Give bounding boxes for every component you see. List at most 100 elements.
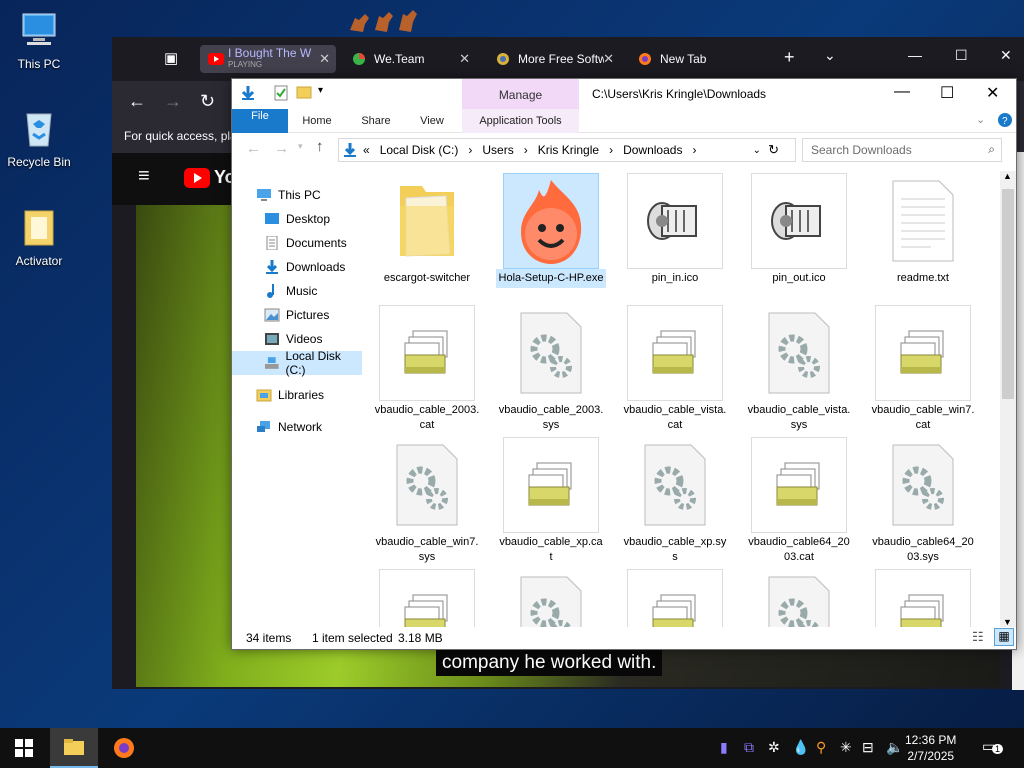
file-item[interactable]: pin_out.ico — [744, 173, 854, 288]
tab-weteam[interactable]: We.Team ✕ — [344, 45, 476, 73]
manage-context-header[interactable]: Manage — [462, 79, 579, 109]
nav-pictures[interactable]: Pictures — [232, 303, 362, 327]
details-view-icon[interactable]: ☷ — [972, 629, 984, 645]
colorful-app-icon[interactable]: ✲ — [768, 739, 780, 756]
asterisk-icon[interactable]: ✳ — [840, 739, 852, 756]
file-item[interactable]: vbaudio_cable_2003.sys — [496, 305, 606, 435]
file-explorer-taskbar-button[interactable] — [50, 728, 98, 768]
water-drop-icon[interactable]: 💧 — [792, 739, 809, 756]
address-bar[interactable]: « Local Disk (C:) › Users › Kris Kringle… — [338, 138, 796, 162]
new-tab-plus-icon[interactable]: + — [784, 47, 795, 68]
maximize-icon[interactable]: ☐ — [940, 83, 954, 103]
file-item[interactable] — [496, 569, 606, 627]
file-item[interactable]: vbaudio_cable_vista.cat — [620, 305, 730, 435]
tab-youtube[interactable]: I Bought The W PLAYING ✕ — [200, 45, 336, 73]
nav-network[interactable]: Network — [232, 415, 362, 439]
file-item[interactable]: vbaudio_cable_win7.sys — [372, 437, 482, 567]
close-window-icon[interactable]: ✕ — [1000, 47, 1012, 64]
tab-share[interactable]: Share — [354, 109, 398, 133]
file-item[interactable]: readme.txt — [868, 173, 978, 288]
maximize-icon[interactable]: ☐ — [955, 47, 968, 64]
youtube-logo-icon[interactable] — [184, 168, 210, 188]
breadcrumb-downloads[interactable]: Downloads — [623, 143, 682, 157]
breadcrumb-local-disk[interactable]: Local Disk (C:) — [380, 143, 459, 157]
breadcrumb-separator[interactable]: › — [524, 143, 528, 157]
back-arrow-icon[interactable]: ← — [246, 140, 261, 157]
search-magnifier-icon[interactable]: ⚲ — [816, 739, 826, 756]
file-item[interactable]: vbaudio_cable_xp.cat — [496, 437, 606, 567]
microphone-icon[interactable]: ▮ — [720, 739, 728, 756]
file-item[interactable]: escargot-switcher — [372, 173, 482, 288]
properties-icon[interactable] — [274, 85, 288, 101]
nav-desktop[interactable]: Desktop — [232, 207, 362, 231]
close-icon[interactable]: ✕ — [986, 83, 999, 103]
scroll-up-icon[interactable]: ▲ — [1003, 171, 1012, 181]
tab-application-tools[interactable]: Application Tools — [462, 109, 579, 133]
recent-locations-chevron-icon[interactable]: ▾ — [298, 141, 303, 152]
close-icon[interactable]: ✕ — [459, 51, 470, 67]
start-button[interactable] — [0, 728, 48, 768]
breadcrumb-kris-kringle[interactable]: Kris Kringle — [538, 143, 599, 157]
breadcrumb-separator[interactable]: › — [692, 143, 696, 157]
volume-icon[interactable]: 🔈 — [886, 739, 903, 756]
search-box[interactable]: Search Downloads ⌕ — [802, 138, 1002, 162]
tab-new-tab[interactable]: New Tab — [630, 45, 762, 73]
breadcrumb-users[interactable]: Users — [482, 143, 513, 157]
large-icons-view-icon[interactable]: ▦ — [994, 628, 1014, 646]
minimize-icon[interactable]: — — [908, 47, 922, 63]
chevron-down-icon[interactable]: ⌄ — [824, 47, 836, 64]
file-item[interactable]: vbaudio_cable64_2003.sys — [868, 437, 978, 567]
file-item[interactable] — [620, 569, 730, 627]
nav-local-disk[interactable]: Local Disk (C:) — [232, 349, 362, 377]
file-item[interactable] — [372, 569, 482, 627]
tab-more-free-software[interactable]: More Free Softw ✕ — [488, 45, 620, 73]
nav-documents[interactable]: Documents — [232, 231, 362, 255]
refresh-icon[interactable]: ↻ — [768, 142, 779, 158]
down-arrow-icon[interactable] — [240, 85, 256, 101]
desktop-icon-this-pc[interactable]: This PC — [1, 10, 77, 71]
help-icon[interactable]: ? — [998, 113, 1012, 127]
new-folder-icon[interactable] — [296, 85, 312, 99]
forward-arrow-icon[interactable]: → — [164, 91, 182, 112]
reload-icon[interactable]: ↻ — [200, 91, 215, 112]
up-arrow-icon[interactable]: ↑ — [316, 138, 324, 155]
file-item[interactable] — [868, 569, 978, 627]
file-item[interactable]: pin_in.ico — [620, 173, 730, 288]
nav-libraries[interactable]: Libraries — [232, 383, 362, 407]
back-arrow-icon[interactable]: ← — [128, 91, 146, 112]
file-list-scrollbar[interactable]: ▲ ▼ — [1000, 171, 1016, 627]
breadcrumb-overflow[interactable]: « — [363, 143, 370, 157]
nav-videos[interactable]: Videos — [232, 327, 362, 351]
file-item[interactable]: vbaudio_cable_vista.sys — [744, 305, 854, 435]
tab-home[interactable]: Home — [294, 109, 340, 133]
search-icon[interactable]: ⌕ — [988, 142, 995, 157]
file-item[interactable]: vbaudio_cable64_2003.cat — [744, 437, 854, 567]
nav-downloads[interactable]: Downloads — [232, 255, 362, 279]
file-item[interactable]: vbaudio_cable_win7.cat — [868, 305, 978, 435]
desktop-icon-recycle-bin[interactable]: Recycle Bin — [1, 108, 77, 169]
screen-capture-icon[interactable]: ⧉ — [744, 739, 754, 756]
expand-ribbon-chevron-icon[interactable]: ⌄ — [976, 113, 985, 126]
hamburger-menu-icon[interactable]: ≡ — [138, 165, 150, 188]
minimize-icon[interactable]: — — [894, 83, 910, 101]
scrollbar-thumb[interactable] — [1002, 189, 1014, 399]
file-item[interactable]: vbaudio_cable_2003.cat — [372, 305, 482, 435]
system-clock[interactable]: 12:36 PM 2/7/2025 — [905, 732, 956, 764]
scroll-down-icon[interactable]: ▼ — [1003, 617, 1012, 627]
tab-list-icon[interactable]: ▣ — [164, 49, 178, 67]
tab-file[interactable]: File — [232, 109, 288, 133]
desktop-icon-activator[interactable]: Activator — [1, 207, 77, 268]
nav-this-pc[interactable]: This PC — [232, 183, 362, 207]
breadcrumb-separator[interactable]: › — [609, 143, 613, 157]
forward-arrow-icon[interactable]: → — [274, 140, 289, 157]
action-center-icon[interactable]: ▭ 1 — [982, 738, 1004, 755]
file-item[interactable] — [744, 569, 854, 627]
tab-view[interactable]: View — [412, 109, 452, 133]
close-icon[interactable]: ✕ — [319, 51, 330, 67]
breadcrumb-separator[interactable]: › — [468, 143, 472, 157]
close-icon[interactable]: ✕ — [603, 51, 614, 67]
file-item[interactable]: vbaudio_cable_xp.sys — [620, 437, 730, 567]
quick-access-dropdown-icon[interactable]: ▾ — [318, 85, 323, 96]
file-item[interactable]: Hola-Setup-C-HP.exe — [496, 173, 606, 288]
network-tray-icon[interactable]: ⊟ — [862, 739, 874, 756]
